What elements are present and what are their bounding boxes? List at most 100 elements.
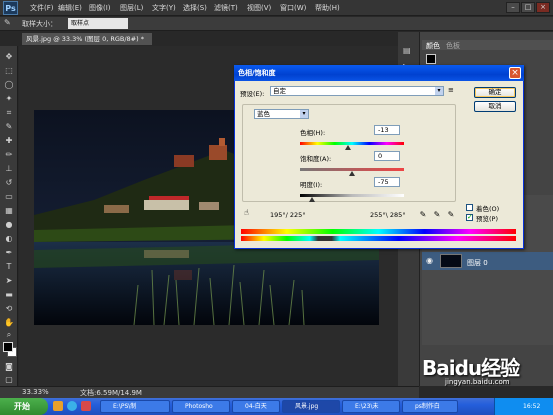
- menu-layer[interactable]: 图层(L): [120, 3, 143, 13]
- taskbar-item[interactable]: 04-白天: [232, 400, 280, 413]
- taskbar-item[interactable]: E:\23\未: [342, 400, 400, 413]
- lightness-input[interactable]: -75: [374, 177, 400, 187]
- saturation-input[interactable]: 0: [374, 151, 400, 161]
- menu-select[interactable]: 选择(S): [183, 3, 207, 13]
- clock[interactable]: 16:52: [523, 403, 540, 410]
- 3d-rotate-icon[interactable]: ⟲: [3, 304, 15, 313]
- minimize-button[interactable]: –: [506, 2, 520, 13]
- document-info: 文档:6.59M/14.9M: [80, 389, 142, 397]
- menu-file[interactable]: 文件(F): [30, 3, 54, 13]
- baidu-watermark: Baidu经验: [422, 356, 520, 380]
- zoom-level[interactable]: 33.33%: [22, 388, 49, 396]
- menu-help[interactable]: 帮助(H): [315, 3, 340, 13]
- photoshop-logo: Ps: [3, 1, 18, 15]
- sample-size-label: 取样大小：: [22, 20, 57, 28]
- layer-thumbnail: [440, 254, 462, 268]
- hand-tool-icon[interactable]: ✋: [3, 318, 15, 327]
- history-brush-icon[interactable]: ↺: [3, 178, 15, 187]
- hue-input[interactable]: -13: [374, 125, 400, 135]
- zoom-tool-icon[interactable]: ⌕: [3, 330, 15, 339]
- colorize-checkbox[interactable]: [466, 204, 473, 211]
- start-button[interactable]: 开始: [0, 398, 48, 415]
- menu-bar: [0, 0, 553, 16]
- eyedropper-minus-icon[interactable]: ✎: [446, 210, 456, 220]
- screen-mode-icon[interactable]: ▢: [3, 375, 15, 384]
- visibility-eye-icon[interactable]: ◉: [426, 256, 435, 265]
- result-color-bar[interactable]: [241, 236, 516, 241]
- saturation-label: 饱和度(A):: [300, 155, 332, 163]
- eraser-tool-icon[interactable]: ▭: [3, 192, 15, 201]
- menu-view[interactable]: 视图(V): [247, 3, 271, 13]
- colorize-label: 着色(O): [476, 205, 500, 213]
- hue-slider-track[interactable]: [300, 142, 404, 145]
- lightness-slider-track[interactable]: [300, 194, 404, 197]
- healing-brush-icon[interactable]: ✚: [3, 136, 15, 145]
- cancel-button[interactable]: 取消: [474, 101, 516, 112]
- quick-mask-icon[interactable]: ◙: [3, 362, 15, 371]
- pen-tool-icon[interactable]: ✒: [3, 248, 15, 257]
- tab-color[interactable]: 颜色: [426, 41, 440, 51]
- chevron-down-icon[interactable]: ▾: [435, 87, 443, 95]
- crop-tool-icon[interactable]: ⌗: [3, 108, 15, 117]
- taskbar-item[interactable]: ps制作白: [402, 400, 458, 413]
- preview-label: 预览(P): [476, 215, 498, 223]
- type-tool-icon[interactable]: T: [3, 262, 15, 271]
- history-panel-icon[interactable]: ▤: [403, 46, 411, 55]
- menu-filter[interactable]: 滤镜(T): [214, 3, 238, 13]
- ok-button[interactable]: 确定: [474, 87, 516, 98]
- dialog-close-icon[interactable]: ×: [509, 67, 521, 79]
- browser-icon[interactable]: [67, 401, 77, 411]
- dialog-title: 色相/饱和度: [234, 65, 524, 81]
- menu-edit[interactable]: 编辑(E): [58, 3, 82, 13]
- menu-image[interactable]: 图像(I): [89, 3, 111, 13]
- eyedropper-icon[interactable]: ✎: [418, 210, 428, 220]
- path-select-icon[interactable]: ➤: [3, 276, 15, 285]
- eyedropper-icon[interactable]: ✎: [3, 122, 15, 131]
- taskbar-item-active[interactable]: 风景.jpg: [282, 400, 340, 413]
- range-right-values: 255°\ 285°: [370, 211, 406, 219]
- tab-swatches[interactable]: 色板: [446, 41, 460, 51]
- layer-name[interactable]: 图层 0: [467, 258, 488, 268]
- quicklaunch-icon[interactable]: [53, 401, 63, 411]
- color-panel-tabs: [422, 40, 553, 50]
- taskbar-item[interactable]: Photosho: [172, 400, 230, 413]
- chevron-down-icon[interactable]: ▾: [300, 110, 308, 118]
- range-left-values: 195°/ 225°: [270, 211, 306, 219]
- brush-tool-icon[interactable]: ✏: [3, 150, 15, 159]
- lightness-slider-thumb[interactable]: [309, 197, 316, 202]
- document-tab[interactable]: 风景.jpg @ 33.3% (图层 0, RGB/8#) *: [22, 33, 152, 45]
- system-tray: 16:52: [494, 398, 553, 415]
- quicklaunch-icon[interactable]: [81, 401, 91, 411]
- dodge-tool-icon[interactable]: ◐: [3, 234, 15, 243]
- marquee-tool-icon[interactable]: ⬚: [3, 66, 15, 75]
- taskbar-item[interactable]: E:\PS\制: [100, 400, 170, 413]
- panel-foreground-swatch[interactable]: [426, 54, 436, 64]
- source-color-bar: [241, 229, 516, 234]
- move-tool-icon[interactable]: ✥: [3, 52, 15, 61]
- lightness-label: 明度(I):: [300, 181, 323, 189]
- menu-window[interactable]: 窗口(W): [280, 3, 306, 13]
- watermark-url: jingyan.baidu.com: [445, 378, 510, 386]
- status-bar: [0, 386, 419, 398]
- preset-label: 预设(E):: [240, 90, 265, 98]
- foreground-color-swatch[interactable]: [3, 342, 13, 352]
- preset-options-icon[interactable]: ≡: [448, 86, 454, 94]
- menu-type[interactable]: 文字(Y): [152, 3, 176, 13]
- eyedropper-tool-icon: ✎: [4, 18, 11, 27]
- eyedropper-plus-icon[interactable]: ✎: [432, 210, 442, 220]
- quick-select-tool-icon[interactable]: ✦: [3, 94, 15, 103]
- preset-select[interactable]: 自定: [270, 86, 444, 96]
- lasso-tool-icon[interactable]: ◯: [3, 80, 15, 89]
- maximize-button[interactable]: □: [521, 2, 535, 13]
- targeted-adjust-hand-icon[interactable]: ☝: [244, 208, 249, 217]
- preview-checkbox[interactable]: ✓: [466, 214, 473, 221]
- sample-size-select[interactable]: 取样点: [68, 18, 128, 29]
- saturation-slider-thumb[interactable]: [349, 171, 355, 176]
- gradient-tool-icon[interactable]: ▦: [3, 206, 15, 215]
- hue-slider-thumb[interactable]: [344, 145, 351, 150]
- hue-label: 色相(H):: [300, 129, 326, 137]
- close-window-button[interactable]: ×: [536, 2, 550, 13]
- clone-stamp-icon[interactable]: ⊥: [3, 164, 15, 173]
- blur-tool-icon[interactable]: ●: [3, 220, 15, 229]
- shape-tool-icon[interactable]: ▬: [3, 290, 15, 299]
